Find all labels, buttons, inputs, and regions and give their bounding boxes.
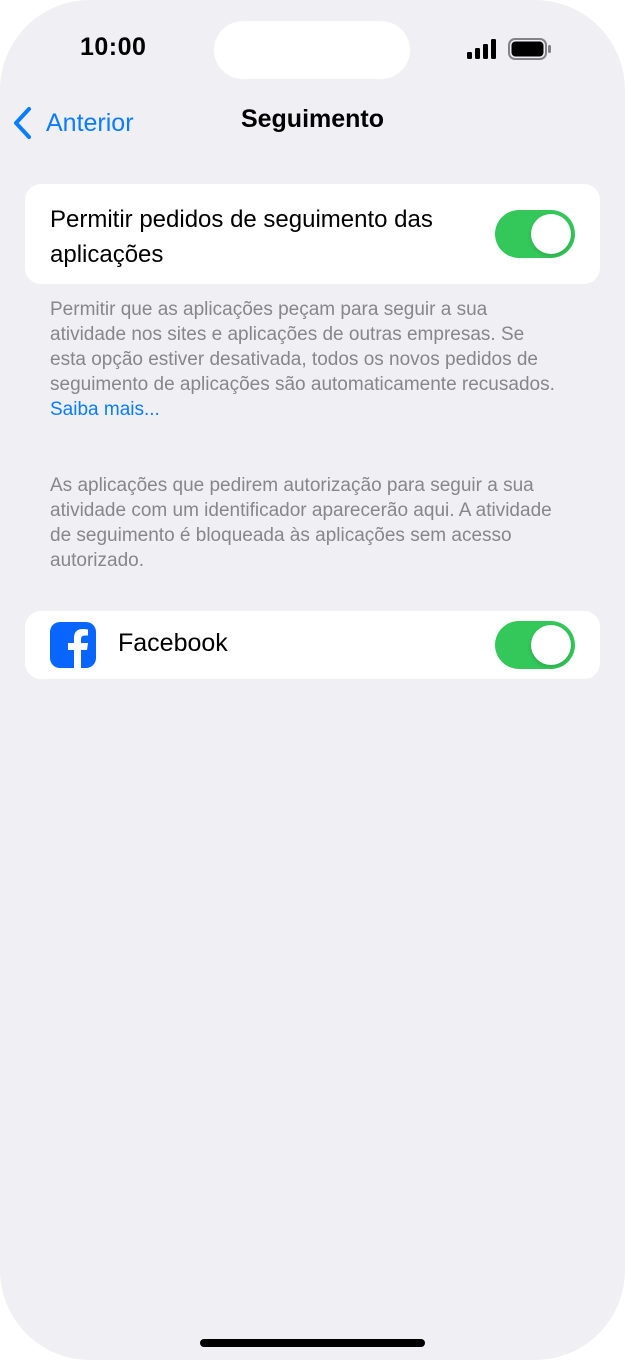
battery-icon	[508, 38, 551, 60]
app-name: Facebook	[118, 629, 228, 657]
phone-screen: 10:00 Anterior Seguimento Permitir pedid…	[0, 0, 625, 1360]
dynamic-island	[214, 21, 410, 79]
page-title: Seguimento	[240, 105, 385, 133]
learn-more-link[interactable]: Saiba mais...	[50, 399, 160, 420]
description-text: Permitir que as aplicações peçam para se…	[50, 299, 555, 395]
allow-tracking-description: Permitir que as aplicações peçam para se…	[50, 297, 560, 422]
home-indicator[interactable]	[200, 1339, 425, 1347]
status-time: 10:00	[80, 33, 147, 61]
allow-tracking-card: Permitir pedidos de seguimento das aplic…	[25, 184, 600, 284]
toggle-knob	[531, 214, 571, 254]
facebook-icon	[50, 622, 96, 668]
allow-tracking-toggle[interactable]	[495, 210, 575, 258]
app-row-facebook: Facebook	[25, 611, 600, 679]
allow-tracking-label: Permitir pedidos de seguimento das aplic…	[50, 206, 433, 268]
toggle-knob	[531, 625, 571, 665]
facebook-tracking-toggle[interactable]	[495, 621, 575, 669]
apps-section-description: As aplicações que pedirem autorização pa…	[50, 475, 552, 571]
cellular-signal-icon	[467, 39, 496, 59]
